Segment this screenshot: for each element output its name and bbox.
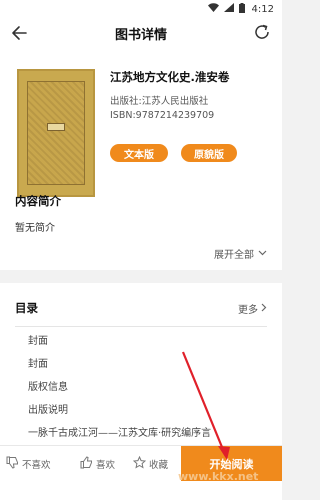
toc-more-label: 更多 <box>238 305 258 316</box>
expand-all-button[interactable]: 展开全部 <box>214 246 267 261</box>
favorite-button[interactable]: 收藏 <box>132 446 169 481</box>
toc-card: 目录 更多 封面 封面 版权信息 出版说明 一脉千古成江河——江苏文库·研究编序… <box>0 283 282 445</box>
toc-item[interactable]: 出版说明 <box>28 401 68 416</box>
divider <box>15 326 267 327</box>
status-time: 4:12 <box>251 3 274 15</box>
book-title: 江苏地方文化史.淮安卷 <box>110 70 230 84</box>
book-publisher: 出版社:江苏人民出版社 <box>110 96 209 107</box>
text-version-button[interactable]: 文本版 <box>110 144 168 162</box>
toc-item[interactable]: 封面 <box>28 332 48 347</box>
battery-icon <box>238 2 245 16</box>
original-version-button[interactable]: 原貌版 <box>181 144 237 162</box>
toc-item[interactable]: 封面 <box>28 355 48 370</box>
toc-heading: 目录 <box>15 301 38 315</box>
wifi-icon <box>207 3 219 15</box>
intro-body: 暂无简介 <box>15 223 55 234</box>
status-bar: 4:12 <box>0 0 282 18</box>
toc-item[interactable]: 一脉千古成江河——江苏文库·研究编序言 <box>28 424 211 439</box>
chevron-right-icon <box>261 303 267 315</box>
star-icon <box>132 455 147 472</box>
dislike-button[interactable]: 不喜欢 <box>6 446 51 481</box>
thumbs-up-icon <box>80 455 93 472</box>
chevron-down-icon <box>258 248 267 259</box>
watermark-text: www.kkx.net <box>178 470 259 483</box>
book-isbn: ISBN:9787214239709 <box>110 110 215 121</box>
page-title: 图书详情 <box>114 27 167 43</box>
top-bar: 图书详情 <box>0 18 282 48</box>
dislike-label: 不喜欢 <box>22 459 51 471</box>
expand-all-label: 展开全部 <box>214 250 254 261</box>
toc-item[interactable]: 版权信息 <box>28 378 68 393</box>
toc-more-button[interactable]: 更多 <box>238 301 267 316</box>
thumbs-down-icon <box>6 456 19 472</box>
intro-heading: 内容简介 <box>15 194 61 208</box>
book-cover-image <box>17 69 95 197</box>
like-label: 喜欢 <box>96 459 116 471</box>
favorite-label: 收藏 <box>149 459 169 471</box>
signal-icon <box>223 3 234 15</box>
refresh-icon[interactable] <box>252 22 272 42</box>
book-info-card: 江苏地方文化史.淮安卷 出版社:江苏人民出版社 ISBN:97872142397… <box>0 48 282 270</box>
back-arrow-icon[interactable] <box>10 24 30 42</box>
like-button[interactable]: 喜欢 <box>80 446 115 481</box>
